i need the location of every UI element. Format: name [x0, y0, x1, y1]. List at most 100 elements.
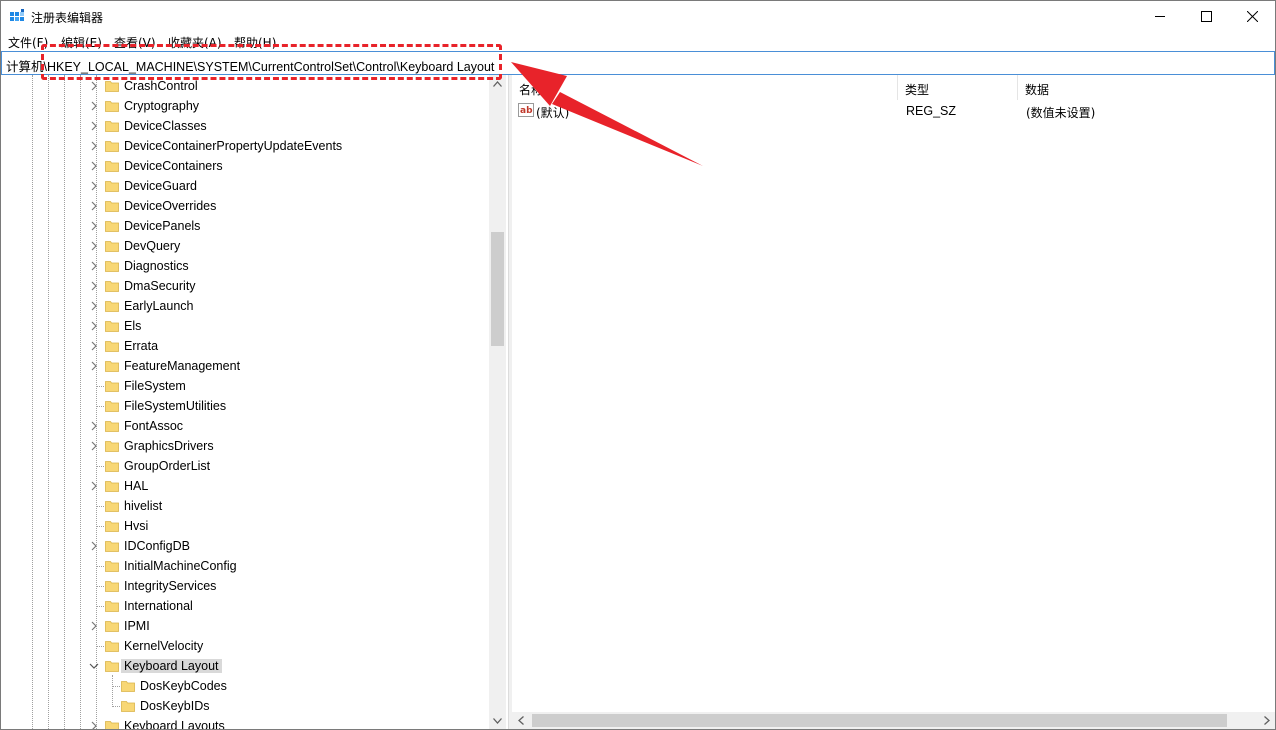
values-horizontal-scrollbar[interactable]	[512, 712, 1275, 729]
string-value-icon: ab	[518, 103, 534, 117]
tree-item-label: KernelVelocity	[124, 639, 204, 653]
chevron-right-icon[interactable]	[89, 540, 99, 552]
column-header-type[interactable]: 类型	[898, 75, 1018, 100]
chevron-right-icon[interactable]	[89, 720, 99, 729]
column-header-data[interactable]: 数据	[1018, 75, 1274, 100]
tree-item[interactable]: FileSystemUtilities	[1, 396, 489, 416]
folder-icon	[105, 601, 119, 612]
chevron-right-icon[interactable]	[89, 260, 99, 272]
folder-icon	[105, 641, 119, 652]
tree-item[interactable]: GraphicsDrivers	[1, 436, 489, 456]
tree-item-label: DeviceContainers	[124, 159, 223, 173]
tree-item[interactable]: hivelist	[1, 496, 489, 516]
tree-item[interactable]: DmaSecurity	[1, 276, 489, 296]
tree-item[interactable]: DeviceContainerPropertyUpdateEvents	[1, 136, 489, 156]
value-row[interactable]: ab (默认) REG_SZ (数值未设置)	[512, 101, 1272, 121]
tree-item[interactable]: Keyboard Layouts	[1, 716, 489, 729]
tree-item-label: GroupOrderList	[124, 459, 211, 473]
folder-icon	[105, 341, 119, 352]
folder-icon	[121, 701, 135, 712]
folder-icon	[105, 621, 119, 632]
tree-item[interactable]: GroupOrderList	[1, 456, 489, 476]
tree-item-label: DosKeybCodes	[140, 679, 227, 693]
scroll-down-arrow-icon[interactable]	[489, 712, 506, 729]
tree-item[interactable]: Keyboard Layout	[1, 656, 489, 676]
tree-vertical-scrollbar[interactable]	[489, 75, 506, 729]
tree-item-label: FontAssoc	[124, 419, 184, 433]
maximize-button[interactable]	[1183, 1, 1229, 32]
regedit-window: 注册表编辑器 文件(F) 编辑(E) 查看(V) 收藏夹(A) 帮助(H) 计算…	[0, 0, 1276, 730]
folder-icon	[105, 241, 119, 252]
tree-item-label: DeviceOverrides	[124, 199, 217, 213]
tree-item[interactable]: Cryptography	[1, 96, 489, 116]
chevron-right-icon[interactable]	[89, 80, 99, 92]
scroll-right-arrow-icon[interactable]	[1258, 712, 1275, 729]
chevron-right-icon[interactable]	[89, 620, 99, 632]
folder-icon	[105, 501, 119, 512]
registry-editor-icon	[10, 9, 24, 21]
chevron-right-icon[interactable]	[89, 160, 99, 172]
tree-child-item[interactable]: DosKeybIDs	[1, 696, 489, 716]
tree-item[interactable]: DevQuery	[1, 236, 489, 256]
chevron-right-icon[interactable]	[89, 420, 99, 432]
folder-icon	[105, 541, 119, 552]
tree-item-label: HAL	[124, 479, 149, 493]
chevron-right-icon[interactable]	[89, 280, 99, 292]
value-name: (默认)	[536, 106, 570, 120]
tree-item[interactable]: IntegrityServices	[1, 576, 489, 596]
tree-item-label: EarlyLaunch	[124, 299, 194, 313]
minimize-button[interactable]	[1137, 1, 1183, 32]
chevron-right-icon[interactable]	[89, 140, 99, 152]
tree-scroll-thumb[interactable]	[491, 232, 504, 346]
tree-item-label: DeviceGuard	[124, 179, 197, 193]
tree-item-label: IntegrityServices	[124, 579, 217, 593]
folder-icon	[105, 141, 119, 152]
tree-item-label: GraphicsDrivers	[124, 439, 214, 453]
chevron-right-icon[interactable]	[89, 440, 99, 452]
chevron-right-icon[interactable]	[89, 240, 99, 252]
tree-item[interactable]: HAL	[1, 476, 489, 496]
scroll-left-arrow-icon[interactable]	[512, 712, 529, 729]
column-header-name[interactable]: 名称	[512, 75, 898, 100]
tree-item[interactable]: Diagnostics	[1, 256, 489, 276]
chevron-right-icon[interactable]	[89, 320, 99, 332]
tree-item[interactable]: DeviceContainers	[1, 156, 489, 176]
tree-item[interactable]: Hvsi	[1, 516, 489, 536]
chevron-right-icon[interactable]	[89, 220, 99, 232]
folder-icon	[105, 361, 119, 372]
chevron-right-icon[interactable]	[89, 180, 99, 192]
folder-icon	[105, 101, 119, 112]
tree-item[interactable]: DevicePanels	[1, 216, 489, 236]
tree-item[interactable]: FontAssoc	[1, 416, 489, 436]
tree-child-item[interactable]: DosKeybCodes	[1, 676, 489, 696]
tree-item[interactable]: DeviceClasses	[1, 116, 489, 136]
folder-icon	[105, 401, 119, 412]
folder-icon	[105, 581, 119, 592]
tree-item[interactable]: InitialMachineConfig	[1, 556, 489, 576]
chevron-down-icon[interactable]	[89, 660, 99, 672]
close-button[interactable]	[1229, 1, 1275, 32]
tree-item[interactable]: EarlyLaunch	[1, 296, 489, 316]
chevron-right-icon[interactable]	[89, 360, 99, 372]
chevron-right-icon[interactable]	[89, 480, 99, 492]
tree-item-label: DevQuery	[124, 239, 181, 253]
chevron-right-icon[interactable]	[89, 200, 99, 212]
chevron-right-icon[interactable]	[89, 100, 99, 112]
chevron-right-icon[interactable]	[89, 300, 99, 312]
tree-item[interactable]: DeviceGuard	[1, 176, 489, 196]
tree-item[interactable]: IPMI	[1, 616, 489, 636]
tree-item[interactable]: KernelVelocity	[1, 636, 489, 656]
tree-item[interactable]: FeatureManagement	[1, 356, 489, 376]
folder-icon	[105, 461, 119, 472]
tree-item[interactable]: Els	[1, 316, 489, 336]
chevron-right-icon[interactable]	[89, 340, 99, 352]
tree-item[interactable]: FileSystem	[1, 376, 489, 396]
chevron-right-icon[interactable]	[89, 120, 99, 132]
tree-item[interactable]: Errata	[1, 336, 489, 356]
folder-icon	[105, 201, 119, 212]
tree-item-label: Keyboard Layouts	[124, 719, 225, 729]
tree-item[interactable]: International	[1, 596, 489, 616]
tree-item[interactable]: DeviceOverrides	[1, 196, 489, 216]
tree-item[interactable]: IDConfigDB	[1, 536, 489, 556]
values-scroll-thumb[interactable]	[532, 714, 1227, 727]
